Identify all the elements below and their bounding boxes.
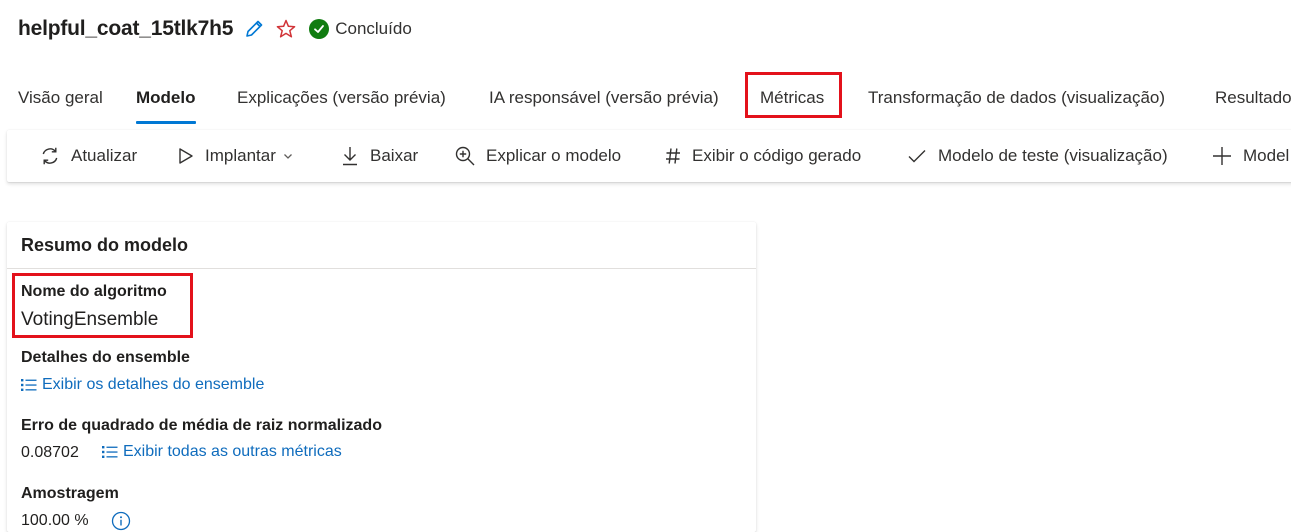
add-icon bbox=[1213, 147, 1231, 165]
command-bar: Atualizar Implantar Baixar Explicar o mo… bbox=[7, 130, 1291, 182]
test-model-button[interactable]: Modelo de teste (visualização) bbox=[906, 130, 1168, 182]
model-summary-card: Resumo do modelo Nome do algoritmo Votin… bbox=[7, 222, 756, 532]
explain-model-button[interactable]: Explicar o modelo bbox=[454, 130, 621, 182]
run-name: helpful_coat_15tlk7h5 bbox=[18, 17, 234, 40]
register-model-label: Model bbox=[1243, 146, 1290, 165]
deploy-dropdown[interactable]: Implantar bbox=[177, 130, 294, 182]
view-all-metrics-text: Exibir todas as outras métricas bbox=[123, 443, 342, 460]
refresh-label: Atualizar bbox=[71, 146, 138, 165]
nrmse-value: 0.08702 bbox=[21, 444, 79, 461]
list-icon bbox=[102, 446, 118, 458]
tab-outputs[interactable]: Resultado bbox=[1215, 74, 1291, 124]
card-title: Resumo do modelo bbox=[7, 222, 756, 269]
view-code-button[interactable]: Exibir o código gerado bbox=[664, 130, 861, 182]
info-icon[interactable] bbox=[111, 511, 131, 531]
sampling-label: Amostragem bbox=[21, 485, 119, 502]
metrics-tab-highlight bbox=[745, 72, 842, 118]
run-header: helpful_coat_15tlk7h5 Concluído bbox=[18, 14, 412, 44]
algorithm-name-highlight bbox=[12, 273, 193, 338]
view-all-metrics-link[interactable]: Exibir todas as outras métricas bbox=[101, 443, 342, 461]
zoom-in-icon bbox=[455, 146, 475, 166]
view-code-label: Exibir o código gerado bbox=[692, 146, 862, 165]
refresh-button[interactable]: Atualizar bbox=[39, 130, 137, 182]
test-model-label: Modelo de teste (visualização) bbox=[938, 146, 1168, 165]
refresh-icon bbox=[42, 147, 58, 165]
edit-icon[interactable] bbox=[243, 18, 265, 40]
explain-model-label: Explicar o modelo bbox=[486, 146, 622, 165]
tab-overview[interactable]: Visão geral bbox=[18, 74, 103, 124]
status-text: Concluído bbox=[335, 19, 412, 38]
nrmse-label: Erro de quadrado de média de raiz normal… bbox=[21, 417, 382, 434]
tab-explanations[interactable]: Explicações (versão prévia) bbox=[237, 74, 446, 124]
view-ensemble-details-link[interactable]: Exibir os detalhes do ensemble bbox=[20, 376, 264, 394]
favorite-star-icon[interactable] bbox=[275, 18, 297, 40]
download-icon bbox=[343, 147, 357, 166]
ensemble-details-label: Detalhes do ensemble bbox=[21, 349, 190, 366]
download-button[interactable]: Baixar bbox=[340, 130, 418, 182]
tab-bar: Visão geral Modelo Explicações (versão p… bbox=[0, 74, 1291, 124]
chevron-down-icon bbox=[283, 154, 292, 159]
tab-data-transformation[interactable]: Transformação de dados (visualização) bbox=[868, 74, 1165, 124]
sampling-value: 100.00 % bbox=[21, 512, 89, 529]
tab-responsible-ai[interactable]: IA responsável (versão prévia) bbox=[489, 74, 719, 124]
list-icon bbox=[21, 379, 37, 391]
download-label: Baixar bbox=[370, 146, 419, 165]
status-badge: Concluído bbox=[309, 19, 412, 39]
deploy-label: Implantar bbox=[205, 146, 276, 165]
tab-model[interactable]: Modelo bbox=[136, 74, 196, 124]
view-ensemble-details-text: Exibir os detalhes do ensemble bbox=[42, 376, 265, 393]
checkmark-icon bbox=[908, 150, 926, 163]
register-model-button[interactable]: Model bbox=[1211, 130, 1289, 182]
success-check-icon bbox=[309, 19, 330, 39]
hashtag-icon bbox=[666, 148, 680, 164]
play-icon bbox=[179, 148, 193, 164]
